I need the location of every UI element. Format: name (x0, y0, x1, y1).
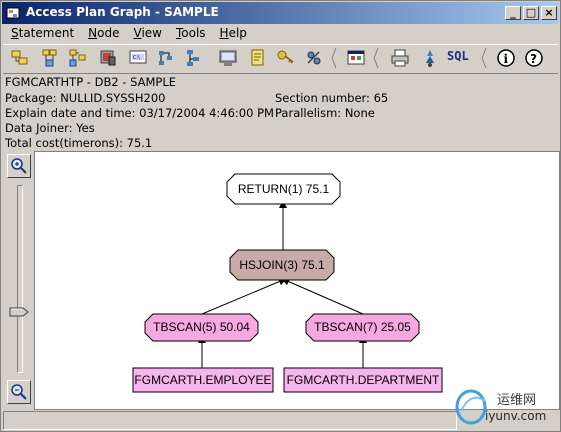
close-button[interactable]: × (541, 6, 557, 20)
svg-text:i: i (504, 52, 509, 66)
explain-icon[interactable] (419, 47, 441, 69)
open-icon[interactable] (9, 47, 31, 69)
statement-history-icon[interactable] (39, 47, 61, 69)
properties-icon[interactable] (345, 47, 367, 69)
data-joiner-label: Data Joiner: Yes (5, 121, 95, 135)
print-icon[interactable] (389, 47, 411, 69)
graph-icon[interactable] (155, 47, 177, 69)
settings-icon[interactable] (183, 47, 205, 69)
menu-node[interactable]: Node (88, 26, 119, 40)
menu-view[interactable]: View (133, 26, 161, 40)
parallelism-label: Parallelism: None (275, 106, 375, 120)
table-employee-label: FGMCARTH.EMPLOYEE (134, 373, 271, 387)
statement-header: FGMCARTHTP - DB2 - SAMPLE (5, 75, 177, 89)
svg-text:C:\: C:\ (133, 55, 140, 61)
key-icon[interactable] (275, 47, 297, 69)
explain-date-label: Explain date and time: 03/17/2004 4:46:0… (5, 106, 274, 120)
tool-icon[interactable] (303, 47, 325, 69)
minimize-button[interactable]: _ (505, 6, 521, 20)
sql-icon[interactable]: SQL (447, 49, 469, 71)
edge-tbscan7-hsjoin (281, 277, 364, 315)
edge-tbscan5-hsjoin (201, 277, 287, 315)
status-cell (3, 411, 457, 430)
help-icon[interactable]: ? (523, 47, 545, 69)
zoom-slider-track[interactable] (17, 185, 23, 373)
table-department-label: FGMCARTH.DEPARTMENT (287, 373, 440, 387)
app-icon (6, 7, 20, 19)
watermark-url: iyunv.com (485, 409, 547, 423)
db-icon[interactable] (97, 47, 119, 69)
node-hsjoin-label: HSJOIN(3) 75.1 (239, 258, 325, 272)
menu-bar: Statement Node View Tools Help (3, 25, 558, 43)
package-label: Package: NULLID.SYSSH200 (5, 91, 166, 105)
menu-statement[interactable]: Statement (11, 26, 74, 40)
toolbar-separator (331, 48, 337, 68)
monitor-icon[interactable] (217, 47, 239, 69)
toolbar: C:\ SQL i ? (3, 44, 558, 74)
zoom-in-button[interactable] (7, 154, 31, 178)
zoom-slider-thumb[interactable] (9, 307, 29, 317)
toolbar-separator (373, 48, 379, 68)
graph-canvas[interactable]: RETURN(1) 75.1 HSJOIN(3) 75.1 TBSCAN(5) … (34, 151, 560, 410)
notepad-icon[interactable] (247, 47, 269, 69)
sql-statement-icon[interactable]: C:\ (127, 47, 149, 69)
node-return-label: RETURN(1) 75.1 (238, 182, 330, 196)
zoom-out-icon (11, 384, 27, 400)
table-employee[interactable]: FGMCARTH.EMPLOYEE (132, 367, 274, 393)
svg-text:?: ? (530, 52, 537, 66)
node-return[interactable]: RETURN(1) 75.1 (226, 173, 341, 205)
table-department[interactable]: FGMCARTH.DEPARTMENT (283, 367, 443, 393)
toolbar-separator (481, 48, 487, 68)
maximize-button[interactable]: □ (523, 6, 539, 20)
title-bar: Access Plan Graph - SAMPLE _ □ × (2, 2, 559, 24)
menu-help[interactable]: Help (220, 26, 247, 40)
node-tbscan7-label: TBSCAN(7) 25.05 (314, 320, 411, 334)
node-icon[interactable] (67, 47, 89, 69)
node-tbscan7[interactable]: TBSCAN(7) 25.05 (305, 313, 420, 342)
application-window: Access Plan Graph - SAMPLE _ □ × Stateme… (0, 0, 561, 432)
window-title: Access Plan Graph - SAMPLE (26, 5, 219, 19)
node-tbscan5-label: TBSCAN(5) 50.04 (153, 320, 250, 334)
zoom-out-button[interactable] (7, 380, 31, 404)
total-cost-label: Total cost(timerons): 75.1 (5, 136, 153, 150)
zoom-in-icon (11, 158, 27, 174)
zoom-panel (3, 151, 33, 408)
node-hsjoin[interactable]: HSJOIN(3) 75.1 (229, 249, 335, 281)
menu-tools[interactable]: Tools (176, 26, 206, 40)
access-plan-graph: RETURN(1) 75.1 HSJOIN(3) 75.1 TBSCAN(5) … (132, 173, 443, 393)
info-icon[interactable]: i (495, 47, 517, 69)
watermark-cn: 运维网 (497, 393, 537, 408)
section-number-label: Section number: 65 (275, 91, 389, 105)
node-tbscan5[interactable]: TBSCAN(5) 50.04 (144, 313, 259, 342)
